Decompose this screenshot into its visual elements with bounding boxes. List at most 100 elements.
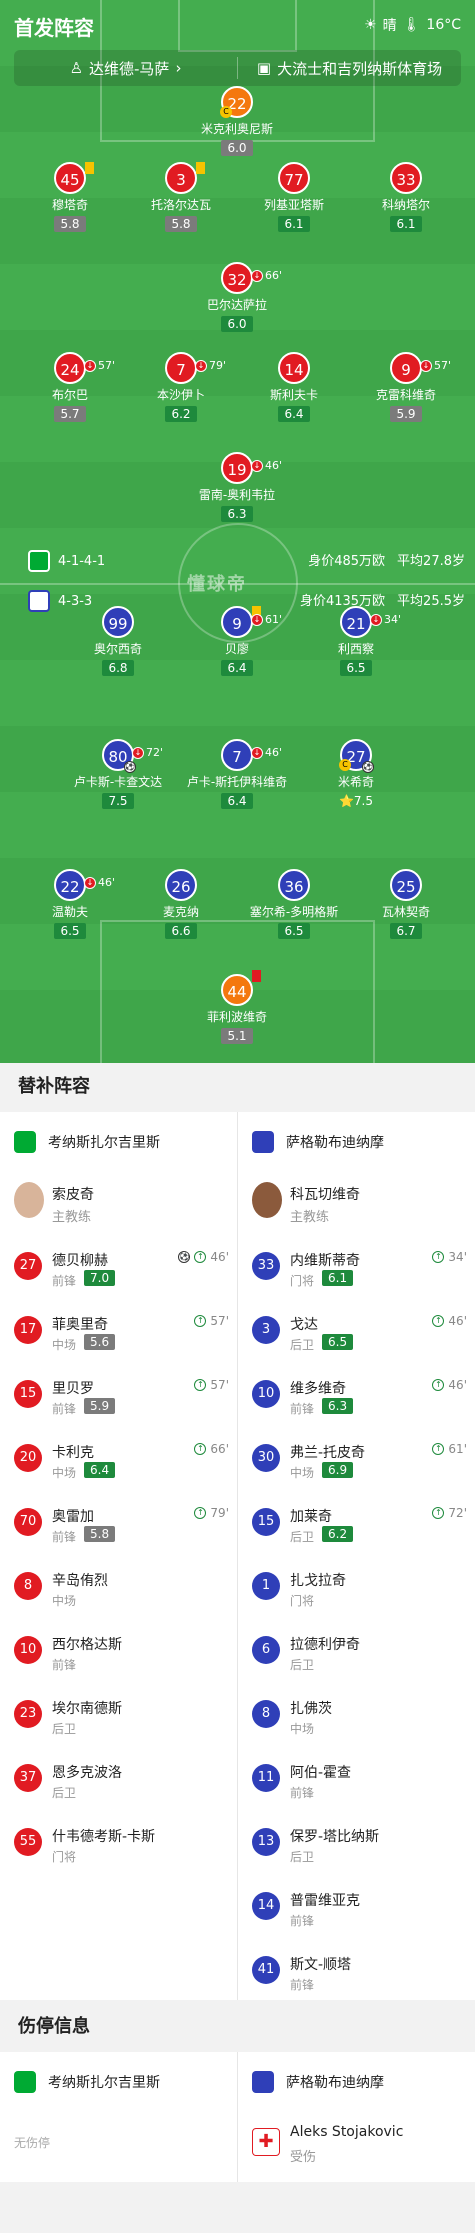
injured-player[interactable]: ✚ Aleks Stojakovic 受伤 xyxy=(238,2112,475,2176)
sub-player-row[interactable]: 13 保罗-塔比纳斯 后卫 xyxy=(238,1812,475,1876)
player-1[interactable]: 22 C 米克利奥尼斯 6.0 xyxy=(177,86,297,156)
sub-player-row[interactable]: 17 菲奥里奇 中场 5.6 ↑ 57' xyxy=(0,1300,237,1364)
player-name: 卢卡斯-卡查文达 xyxy=(73,775,163,789)
jersey-number: 23 xyxy=(14,1700,42,1728)
sub-player-row[interactable]: 20 卡利克 中场 6.4 ↑ 66' xyxy=(0,1428,237,1492)
home-logo-icon xyxy=(28,550,50,572)
jersey-number: 14 xyxy=(252,1892,280,1920)
away-coach-role: 主教练 xyxy=(290,1210,330,1225)
player-21[interactable]: 25 瓦林契奇 6.7 xyxy=(346,869,466,939)
player-rating: 5.7 xyxy=(54,406,86,422)
injured-player-name: Aleks Stojakovic xyxy=(290,2124,404,2140)
sub-player-row[interactable]: 10 维多维奇 前锋 6.3 ↑ 46' xyxy=(238,1364,475,1428)
sub-player-name: 斯文-顺塔 xyxy=(290,1957,352,1973)
jersey-number: 26 xyxy=(165,869,197,901)
player-8[interactable]: 7 ↓ 79' 本沙伊卜 6.2 xyxy=(121,352,241,422)
venue-bar: ♙ 达维德-马萨 › ▣ 大流士和吉列纳斯体育场 xyxy=(14,50,461,86)
jersey-number: 70 xyxy=(14,1508,42,1536)
sub-player-row[interactable]: 27 德贝柳赫 前锋 7.0 ⚽ ↑ 46' xyxy=(0,1236,237,1300)
player-9[interactable]: 14 斯利夫卡 6.4 xyxy=(234,352,354,422)
sub-player-row[interactable]: 14 普雷维亚克 前锋 xyxy=(238,1876,475,1940)
home-coach[interactable]: 索皮奇 主教练 xyxy=(0,1172,237,1236)
sub-player-row[interactable]: 15 里贝罗 前锋 5.9 ↑ 57' xyxy=(0,1364,237,1428)
player-20[interactable]: 36 塞尔希-多明格斯 6.5 xyxy=(234,869,354,939)
player-11[interactable]: 19 ↓ 46' 雷南-奥利韦拉 6.3 xyxy=(177,452,297,522)
sub-player-row[interactable]: 6 拉德利伊奇 后卫 xyxy=(238,1620,475,1684)
sub-player-row[interactable]: 15 加莱奇 后卫 6.2 ↑ 72' xyxy=(238,1492,475,1556)
player-17[interactable]: 27 C ⚽ 米希奇 ⭐7.5 xyxy=(296,739,416,809)
player-rating: 6.0 xyxy=(221,140,253,156)
sub-player-row[interactable]: 1 扎戈拉奇 门将 xyxy=(238,1556,475,1620)
player-7[interactable]: 24 ↓ 57' 布尔巴 5.7 xyxy=(10,352,130,422)
sub-player-position: 门将 xyxy=(52,1850,77,1864)
player-10[interactable]: 9 ↓ 57' 克雷科维奇 5.9 xyxy=(346,352,466,422)
player-name: 列基亚塔斯 xyxy=(263,198,324,212)
player-12[interactable]: 99 奥尔西奇 6.8 xyxy=(58,606,178,676)
player-19[interactable]: 26 麦克纳 6.6 xyxy=(121,869,241,939)
home-coach-role: 主教练 xyxy=(52,1210,92,1225)
jersey-number: 9 ↓ 61' xyxy=(221,606,282,638)
player-name: 克雷科维奇 xyxy=(375,388,436,402)
player-18[interactable]: 22 ↓ 46' 温勒夫 6.5 xyxy=(10,869,130,939)
sub-player-row[interactable]: 11 阿伯-霍查 前锋 xyxy=(238,1748,475,1812)
sub-player-position: 门将 xyxy=(290,1274,315,1288)
sub-player-row[interactable]: 8 扎佛茨 中场 xyxy=(238,1684,475,1748)
sub-player-name: 阿伯-霍查 xyxy=(290,1765,352,1781)
home-team-name: 考纳斯扎尔吉里斯 xyxy=(48,1135,160,1151)
player-15[interactable]: 80 ⚽ ↓ 72' 卢卡斯-卡查文达 7.5 xyxy=(58,739,178,809)
sub-player-row[interactable]: 55 什韦德考斯-卡斯 门将 xyxy=(0,1812,237,1876)
home-value: 身价485万欧 xyxy=(308,554,386,569)
player-14[interactable]: 21 ↓ 34' 利西察 6.5 xyxy=(296,606,416,676)
home-team-header[interactable]: 考纳斯扎尔吉里斯 xyxy=(0,1112,237,1172)
sub-player-row[interactable]: 41 斯文-顺塔 前锋 xyxy=(238,1940,475,2004)
jersey-number: 24 ↓ 57' xyxy=(54,352,115,384)
player-6[interactable]: 32 ↓ 66' 巴尔达萨拉 6.0 xyxy=(177,262,297,332)
jersey-number: 33 xyxy=(252,1252,280,1280)
away-logo-icon xyxy=(28,590,50,612)
player-rating: 6.8 xyxy=(102,660,134,676)
whistle-icon: ♙ xyxy=(69,59,84,77)
sub-off-icon: ↓ xyxy=(251,270,263,282)
player-5[interactable]: 33 科纳塔尔 6.1 xyxy=(346,162,466,232)
away-team-header[interactable]: 萨格勒布迪纳摩 xyxy=(238,1112,475,1172)
jersey-number: 17 xyxy=(14,1316,42,1344)
sub-on-time: ↑ 34' xyxy=(432,1250,467,1264)
page-title: 首发阵容 xyxy=(14,16,94,40)
player-13[interactable]: 9 ↓ 61' 贝廖 6.4 xyxy=(177,606,297,676)
sub-player-rating: 6.1 xyxy=(322,1270,354,1286)
injury-cross-icon: ✚ xyxy=(252,2128,280,2156)
player-22[interactable]: 44 菲利波维奇 5.1 xyxy=(177,970,297,1044)
player-name: 麦克纳 xyxy=(162,905,199,919)
sub-player-row[interactable]: 3 戈达 后卫 6.5 ↑ 46' xyxy=(238,1300,475,1364)
away-injury-header[interactable]: 萨格勒布迪纳摩 xyxy=(238,2052,475,2112)
player-name: 米克利奥尼斯 xyxy=(200,122,273,136)
sub-off-time: ↓ 34' xyxy=(370,604,401,636)
sub-player-row[interactable]: 10 西尔格达斯 前锋 xyxy=(0,1620,237,1684)
home-injury-header[interactable]: 考纳斯扎尔吉里斯 xyxy=(0,2052,237,2112)
player-2[interactable]: 45 穆塔奇 5.8 xyxy=(10,162,130,232)
jersey-number: 30 xyxy=(252,1444,280,1472)
sun-icon: ☀ xyxy=(364,17,377,33)
sub-player-row[interactable]: 70 奥雷加 前锋 5.8 ↑ 79' xyxy=(0,1492,237,1556)
player-3[interactable]: 3 托洛尔达瓦 5.8 xyxy=(121,162,241,232)
sub-player-row[interactable]: 30 弗兰-托皮奇 中场 6.9 ↑ 61' xyxy=(238,1428,475,1492)
player-rating: 5.8 xyxy=(165,216,197,232)
player-4[interactable]: 77 列基亚塔斯 6.1 xyxy=(234,162,354,232)
sub-player-row[interactable]: 8 辛岛侑烈 中场 xyxy=(0,1556,237,1620)
jersey-number: 3 xyxy=(252,1316,280,1344)
home-formation: 4-1-4-1 xyxy=(58,553,106,569)
sub-player-position: 门将 xyxy=(290,1594,315,1608)
jersey-number: 1 xyxy=(252,1572,280,1600)
sub-player-row[interactable]: 33 内维斯蒂奇 门将 6.1 ↑ 34' xyxy=(238,1236,475,1300)
sub-player-row[interactable]: 37 恩多克波洛 后卫 xyxy=(0,1748,237,1812)
player-16[interactable]: 7 ↓ 46' 卢卡-斯托伊科维奇 6.4 xyxy=(177,739,297,809)
sub-player-row[interactable]: 23 埃尔南德斯 后卫 xyxy=(0,1684,237,1748)
subs-panel: 考纳斯扎尔吉里斯 萨格勒布迪纳摩 索皮奇主教练 科瓦切维奇 主教练 27 德贝柳赫前… xyxy=(0,1112,475,2000)
sub-player-name: 卡利克 xyxy=(52,1445,94,1461)
team-link[interactable]: ♙ 达维德-马萨 › xyxy=(14,58,237,79)
goal-icon: ⚽ xyxy=(362,761,374,773)
sub-off-icon: ↓ xyxy=(195,360,207,372)
away-coach[interactable]: 科瓦切维奇 主教练 xyxy=(238,1172,475,1236)
sub-player-position: 前锋 xyxy=(290,1786,315,1800)
home-coach-name: 索皮奇 xyxy=(52,1187,94,1203)
